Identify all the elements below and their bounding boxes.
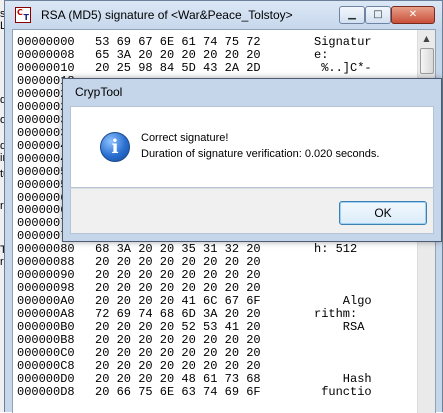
message-text-line1: Correct signature! bbox=[141, 132, 229, 144]
hex-ascii: Hash bbox=[314, 371, 372, 386]
hex-ascii: RSA bbox=[314, 320, 365, 335]
scroll-thumb[interactable] bbox=[420, 48, 434, 74]
hex-offset: 00000010 bbox=[17, 60, 75, 75]
hex-bytes: 20 25 98 84 5D 43 2A 2D bbox=[95, 60, 261, 75]
ok-button[interactable]: OK bbox=[339, 201, 427, 225]
hex-offset: 000000D8 bbox=[17, 384, 75, 399]
hex-bytes: 20 20 20 20 48 61 73 68 bbox=[95, 371, 261, 386]
dialog-body: i Correct signature! Duration of signatu… bbox=[70, 106, 434, 188]
dialog-title: CrypTool bbox=[75, 85, 123, 99]
cryptool-message-dialog: CrypTool i Correct signature! Duration o… bbox=[62, 78, 442, 242]
hex-bytes: 20 66 75 6E 63 74 69 6F bbox=[95, 384, 261, 399]
hex-bytes: 65 3A 20 20 20 20 20 20 bbox=[95, 47, 261, 62]
window-title: RSA (MD5) signature of <War&Peace_Tolsto… bbox=[41, 8, 293, 22]
hex-offset: 000000D0 bbox=[17, 371, 75, 386]
hex-ascii: functio bbox=[314, 384, 372, 399]
maximize-button[interactable]: □ bbox=[365, 6, 391, 24]
minimize-button[interactable]: ▁ bbox=[339, 6, 365, 24]
info-icon: i bbox=[100, 132, 130, 162]
scroll-up-arrow-icon[interactable]: ▲ bbox=[419, 31, 434, 47]
hex-ascii: %..]C*- bbox=[314, 60, 372, 75]
window-titlebar[interactable]: CT RSA (MD5) signature of <War&Peace_Tol… bbox=[5, 1, 442, 29]
message-text-line2: Duration of signature verification: 0.02… bbox=[141, 148, 380, 160]
hex-ascii: e: bbox=[314, 47, 329, 62]
hex-ascii: h: 512 bbox=[314, 242, 358, 257]
close-button[interactable]: ✕ bbox=[391, 6, 435, 24]
hex-offset: 00000008 bbox=[17, 47, 75, 62]
dialog-button-bar: OK bbox=[70, 188, 434, 234]
cryptool-app-icon: CT bbox=[15, 7, 31, 23]
